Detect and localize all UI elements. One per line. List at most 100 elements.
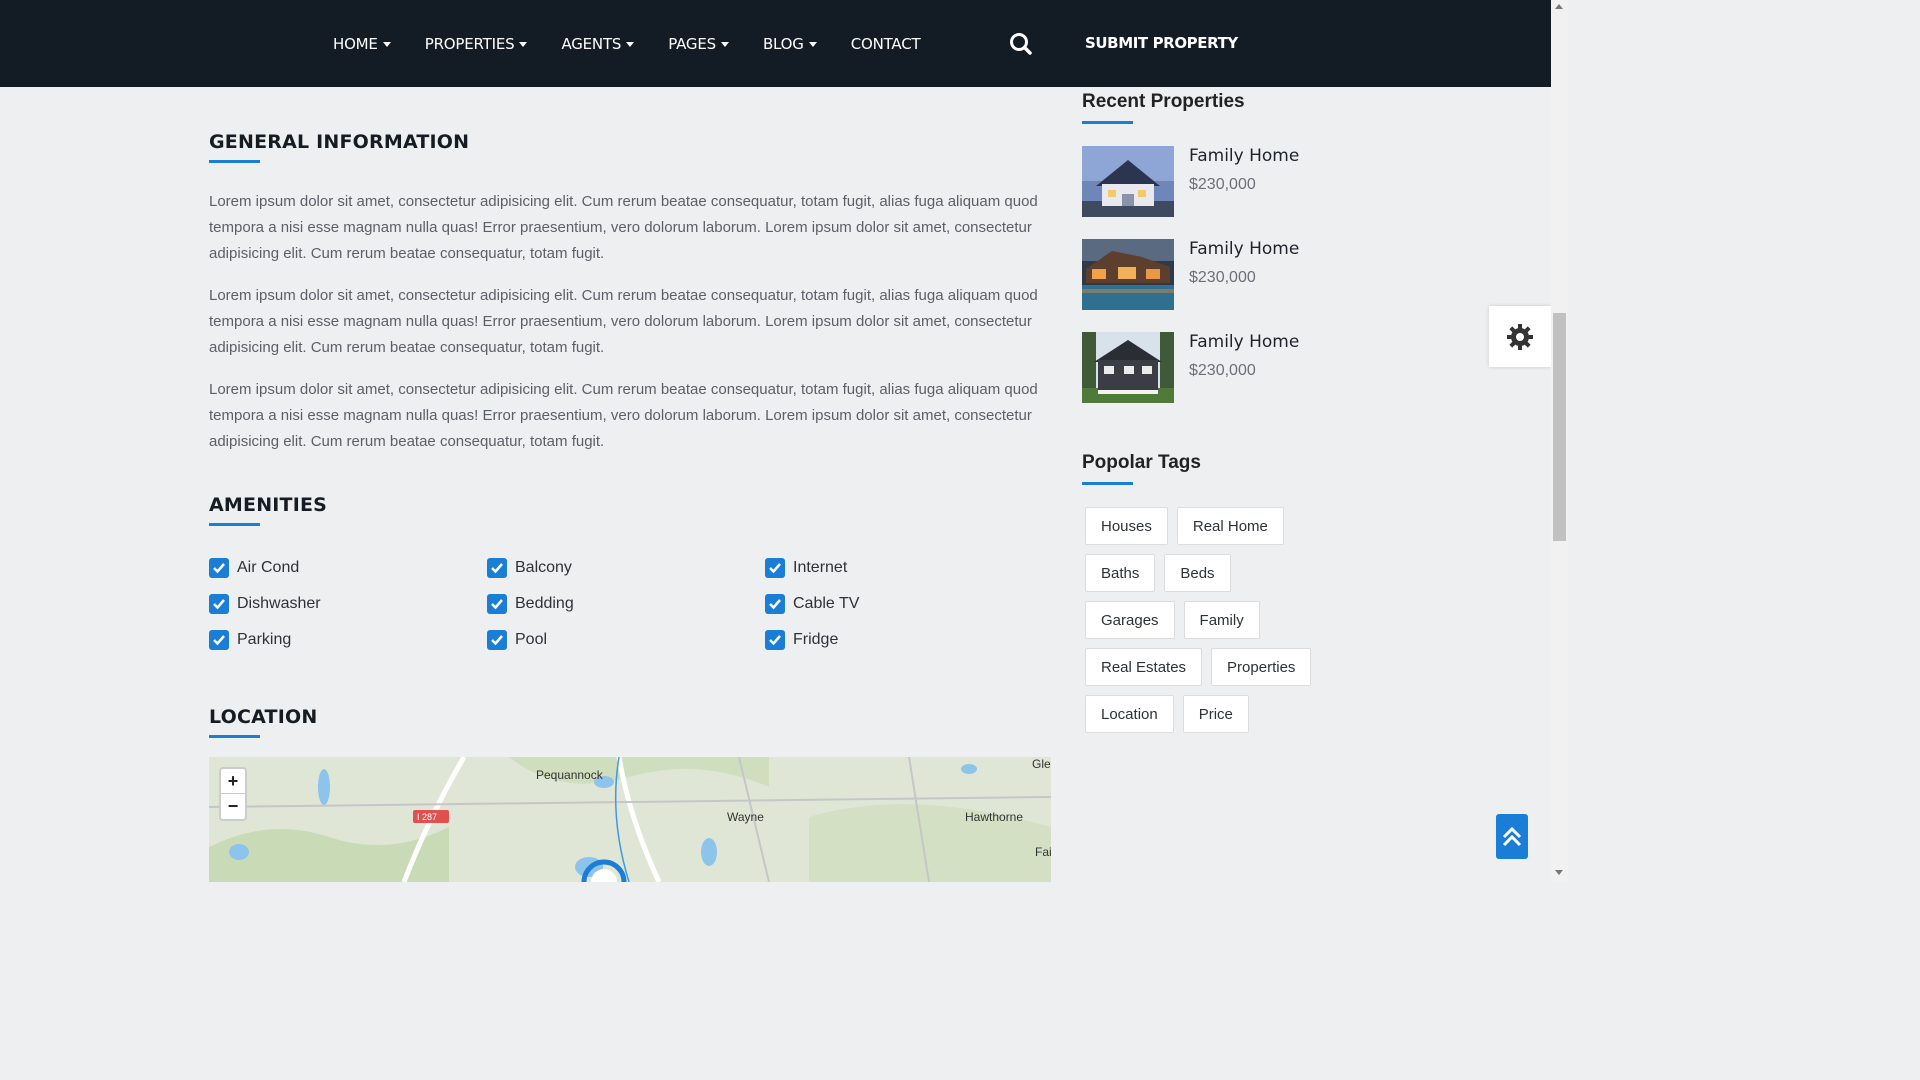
- section-title: LOCATION: [209, 706, 318, 728]
- nav-label: PAGES: [668, 34, 716, 53]
- page-scrollbar[interactable]: [1551, 0, 1568, 882]
- checkbox-checked-icon[interactable]: [209, 630, 229, 650]
- property-price: $230,000: [1189, 362, 1256, 379]
- paragraph: Lorem ipsum dolor sit amet, consectetur …: [209, 193, 1038, 262]
- general-information-section: GENERAL INFORMATION Lorem ipsum dolor si…: [209, 131, 1051, 455]
- tag-real-estates[interactable]: Real Estates: [1085, 648, 1203, 686]
- property-name[interactable]: Family Home: [1189, 332, 1299, 352]
- checkbox-checked-icon[interactable]: [487, 558, 507, 578]
- nav-item-home[interactable]: HOME: [333, 35, 391, 53]
- title-underline: [209, 523, 260, 526]
- location-section: LOCATION: [209, 706, 1051, 738]
- scrollbar-thumb[interactable]: [1553, 313, 1566, 541]
- main-nav: HOME PROPERTIES AGENTS PAGES BLOG CONTAC…: [333, 0, 954, 87]
- nav-label: CONTACT: [850, 34, 921, 53]
- zoom-in-button[interactable]: +: [221, 769, 245, 794]
- checkbox-checked-icon[interactable]: [765, 594, 785, 614]
- property-thumbnail[interactable]: [1082, 332, 1174, 403]
- amenity-item[interactable]: Bedding: [487, 594, 765, 614]
- checkbox-checked-icon[interactable]: [487, 630, 507, 650]
- tag-houses[interactable]: Houses: [1085, 507, 1168, 545]
- map-label: I 287: [417, 812, 438, 822]
- tag-baths[interactable]: Baths: [1085, 554, 1156, 592]
- amenity-label: Air Cond: [237, 559, 300, 576]
- tag-location[interactable]: Location: [1085, 695, 1174, 733]
- scroll-down-arrow-icon[interactable]: [1555, 870, 1563, 875]
- section-title: GENERAL INFORMATION: [209, 131, 470, 153]
- title-underline: [209, 160, 260, 163]
- property-thumbnail[interactable]: [1082, 146, 1174, 217]
- map-label: Pequannock: [536, 768, 603, 782]
- checkbox-checked-icon[interactable]: [209, 558, 229, 578]
- tag-price[interactable]: Price: [1182, 695, 1249, 733]
- tag-family[interactable]: Family: [1183, 601, 1260, 639]
- tag-properties[interactable]: Properties: [1211, 648, 1312, 686]
- zoom-out-button[interactable]: −: [221, 794, 245, 819]
- map-label: Gle: [1032, 757, 1051, 771]
- nav-item-pages[interactable]: PAGES: [668, 35, 729, 53]
- checkbox-checked-icon[interactable]: [765, 558, 785, 578]
- amenity-item[interactable]: Air Cond: [209, 558, 487, 578]
- caret-down-icon: [382, 42, 391, 47]
- property-name[interactable]: Family Home: [1189, 239, 1299, 259]
- nav-item-properties[interactable]: PROPERTIES: [425, 35, 528, 53]
- property-info: Family Home $230,000: [1189, 332, 1299, 403]
- property-info: Family Home $230,000: [1189, 146, 1299, 217]
- tag-garages[interactable]: Garages: [1085, 601, 1175, 639]
- recent-property-item[interactable]: Family Home $230,000: [1082, 239, 1342, 310]
- property-price: $230,000: [1189, 176, 1256, 193]
- recent-property-item[interactable]: Family Home $230,000: [1082, 146, 1342, 217]
- submit-property-button[interactable]: SUBMIT PROPERTY: [1085, 34, 1238, 52]
- amenity-item[interactable]: Parking: [209, 630, 487, 650]
- amenity-item[interactable]: Pool: [487, 630, 765, 650]
- amenity-item[interactable]: Cable TV: [765, 594, 1043, 614]
- caret-down-icon: [626, 42, 635, 47]
- nav-item-agents[interactable]: AGENTS: [561, 34, 635, 53]
- scroll-up-arrow-icon[interactable]: [1555, 4, 1563, 9]
- search-icon[interactable]: [1008, 31, 1034, 57]
- map-label: Wayne: [727, 810, 764, 824]
- property-price: $230,000: [1189, 269, 1256, 286]
- amenity-item[interactable]: Balcony: [487, 558, 765, 578]
- amenity-label: Cable TV: [793, 595, 860, 612]
- map-label: Fai: [1035, 845, 1051, 859]
- property-thumbnail[interactable]: [1082, 239, 1174, 310]
- amenity-item[interactable]: Dishwasher: [209, 594, 487, 614]
- tag-real-home[interactable]: Real Home: [1176, 507, 1284, 545]
- amenities-section: AMENITIES Air Cond Balcony Internet Dish…: [209, 494, 1051, 650]
- amenity-label: Parking: [237, 631, 292, 648]
- nav-item-blog[interactable]: BLOG: [763, 35, 817, 53]
- amenities-list: Air Cond Balcony Internet Dishwasher Bed…: [209, 558, 1051, 650]
- double-chevron-up-icon: [1502, 826, 1522, 846]
- amenity-label: Bedding: [515, 595, 574, 612]
- amenity-item[interactable]: Fridge: [765, 630, 1043, 650]
- nav-label: HOME: [333, 34, 378, 53]
- map-label: Hawthorne: [965, 810, 1024, 824]
- paragraph: Lorem ipsum dolor sit amet, consectetur …: [209, 381, 1038, 450]
- checkbox-checked-icon[interactable]: [487, 594, 507, 614]
- caret-down-icon: [720, 42, 729, 47]
- settings-panel-toggle[interactable]: [1489, 306, 1551, 367]
- nav-item-contact[interactable]: CONTACT: [851, 35, 921, 53]
- recent-property-item[interactable]: Family Home $230,000: [1082, 332, 1342, 403]
- checkbox-checked-icon[interactable]: [765, 630, 785, 650]
- amenity-label: Balcony: [515, 559, 572, 576]
- property-name[interactable]: Family Home: [1189, 146, 1299, 166]
- checkbox-checked-icon[interactable]: [209, 594, 229, 614]
- location-map[interactable]: + − Pequannock I 287 Wayne Hawthorne Gle…: [209, 757, 1051, 882]
- main-content: GENERAL INFORMATION Lorem ipsum dolor si…: [209, 87, 1051, 738]
- tag-beds[interactable]: Beds: [1164, 554, 1231, 592]
- section-title: AMENITIES: [209, 494, 328, 516]
- back-to-top-button[interactable]: [1496, 814, 1528, 859]
- widget-title: Recent Properties: [1082, 91, 1245, 112]
- amenity-item[interactable]: Internet: [765, 558, 1043, 578]
- amenity-label: Internet: [793, 559, 848, 576]
- amenity-label: Fridge: [793, 631, 839, 648]
- caret-down-icon: [519, 42, 528, 47]
- title-underline: [1082, 121, 1133, 124]
- map-tiles: [209, 757, 1051, 882]
- nav-label: AGENTS: [561, 34, 622, 53]
- widget-title: Popolar Tags: [1082, 452, 1201, 473]
- title-underline: [209, 735, 260, 738]
- amenity-label: Pool: [515, 631, 548, 648]
